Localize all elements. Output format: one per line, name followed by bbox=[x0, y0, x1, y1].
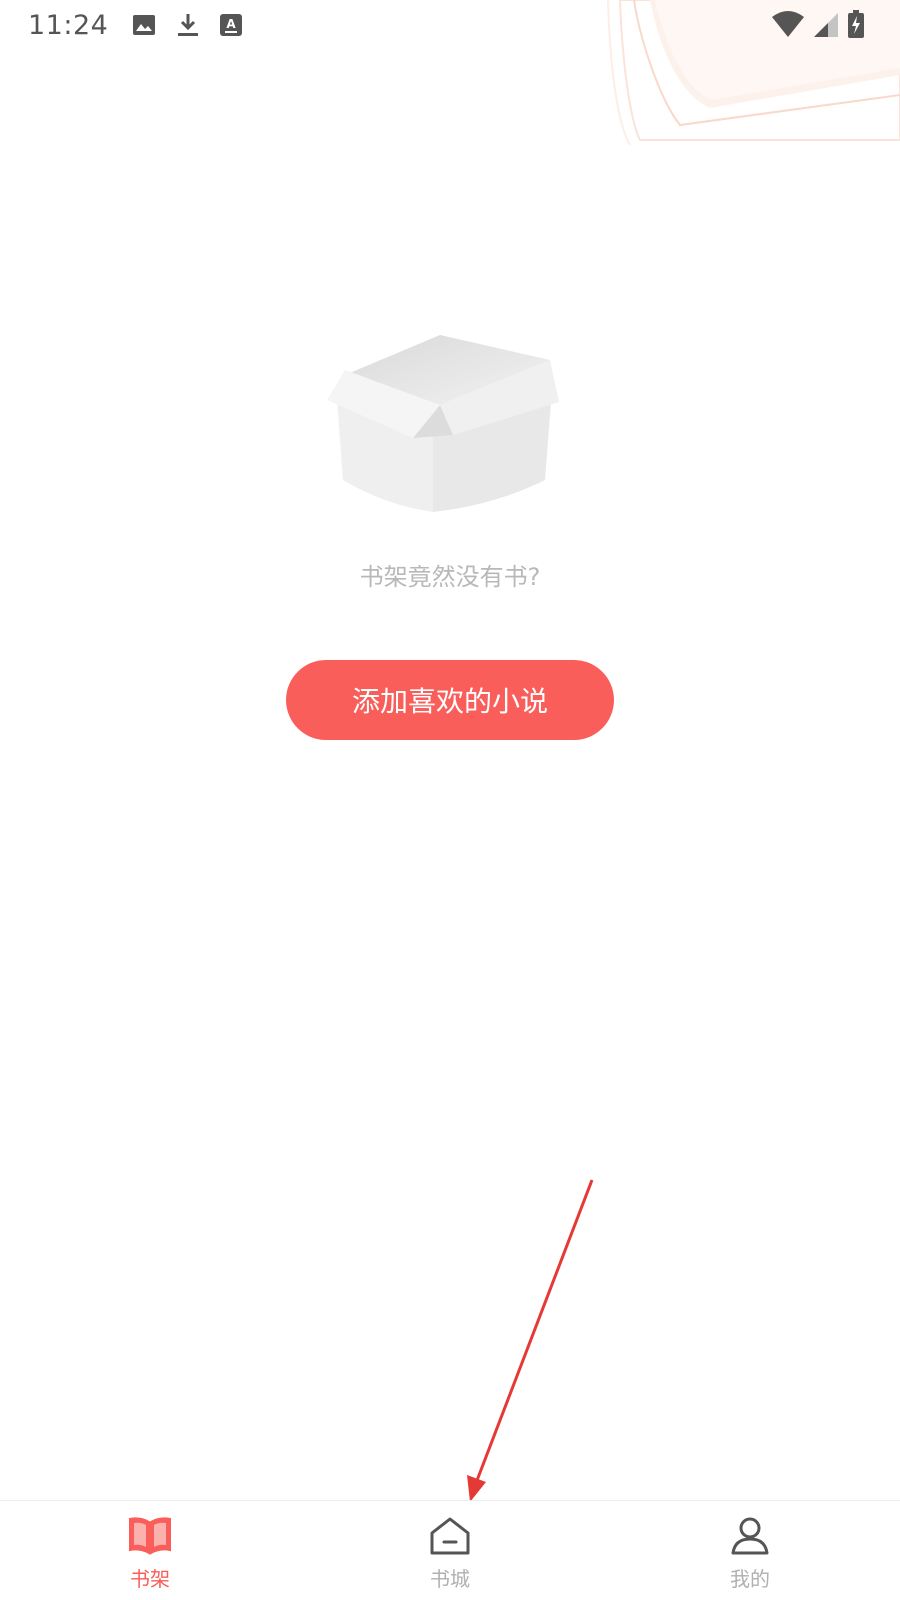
wifi-icon bbox=[772, 11, 804, 37]
status-bar: 11:24 A bbox=[0, 0, 900, 50]
user-icon bbox=[731, 1517, 769, 1555]
nav-item-bookshelf[interactable]: 书架 bbox=[0, 1501, 300, 1600]
book-open-icon bbox=[129, 1517, 171, 1555]
status-notifications: A bbox=[132, 12, 243, 38]
annotation-arrow bbox=[467, 1179, 594, 1502]
empty-box-illustration bbox=[327, 335, 559, 512]
download-icon bbox=[178, 14, 199, 36]
nav-item-label: 书架 bbox=[130, 1567, 170, 1591]
signal-icon bbox=[814, 13, 838, 37]
nav-item-label: 我的 bbox=[730, 1567, 770, 1591]
status-system-icons bbox=[772, 10, 864, 38]
home-icon bbox=[430, 1517, 470, 1555]
nav-item-label: 书城 bbox=[430, 1567, 470, 1591]
empty-shelf-message: 书架竟然没有书? bbox=[359, 563, 541, 591]
battery-charging-icon bbox=[848, 10, 864, 38]
bottom-nav: 书架 书城 我的 bbox=[0, 1500, 900, 1600]
nav-item-bookstore[interactable]: 书城 bbox=[300, 1501, 600, 1600]
svg-text:A: A bbox=[227, 17, 237, 31]
nav-item-profile[interactable]: 我的 bbox=[600, 1501, 900, 1600]
status-time: 11:24 bbox=[28, 9, 109, 41]
image-icon bbox=[133, 15, 156, 35]
text-icon: A bbox=[220, 14, 243, 36]
bookshelf-screen: 11:24 A 书架竟然没有书? 添加喜欢的小说 书架 书城 我的 bbox=[0, 0, 900, 1600]
add-favorite-novels-button[interactable]: 添加喜欢的小说 bbox=[286, 660, 614, 740]
